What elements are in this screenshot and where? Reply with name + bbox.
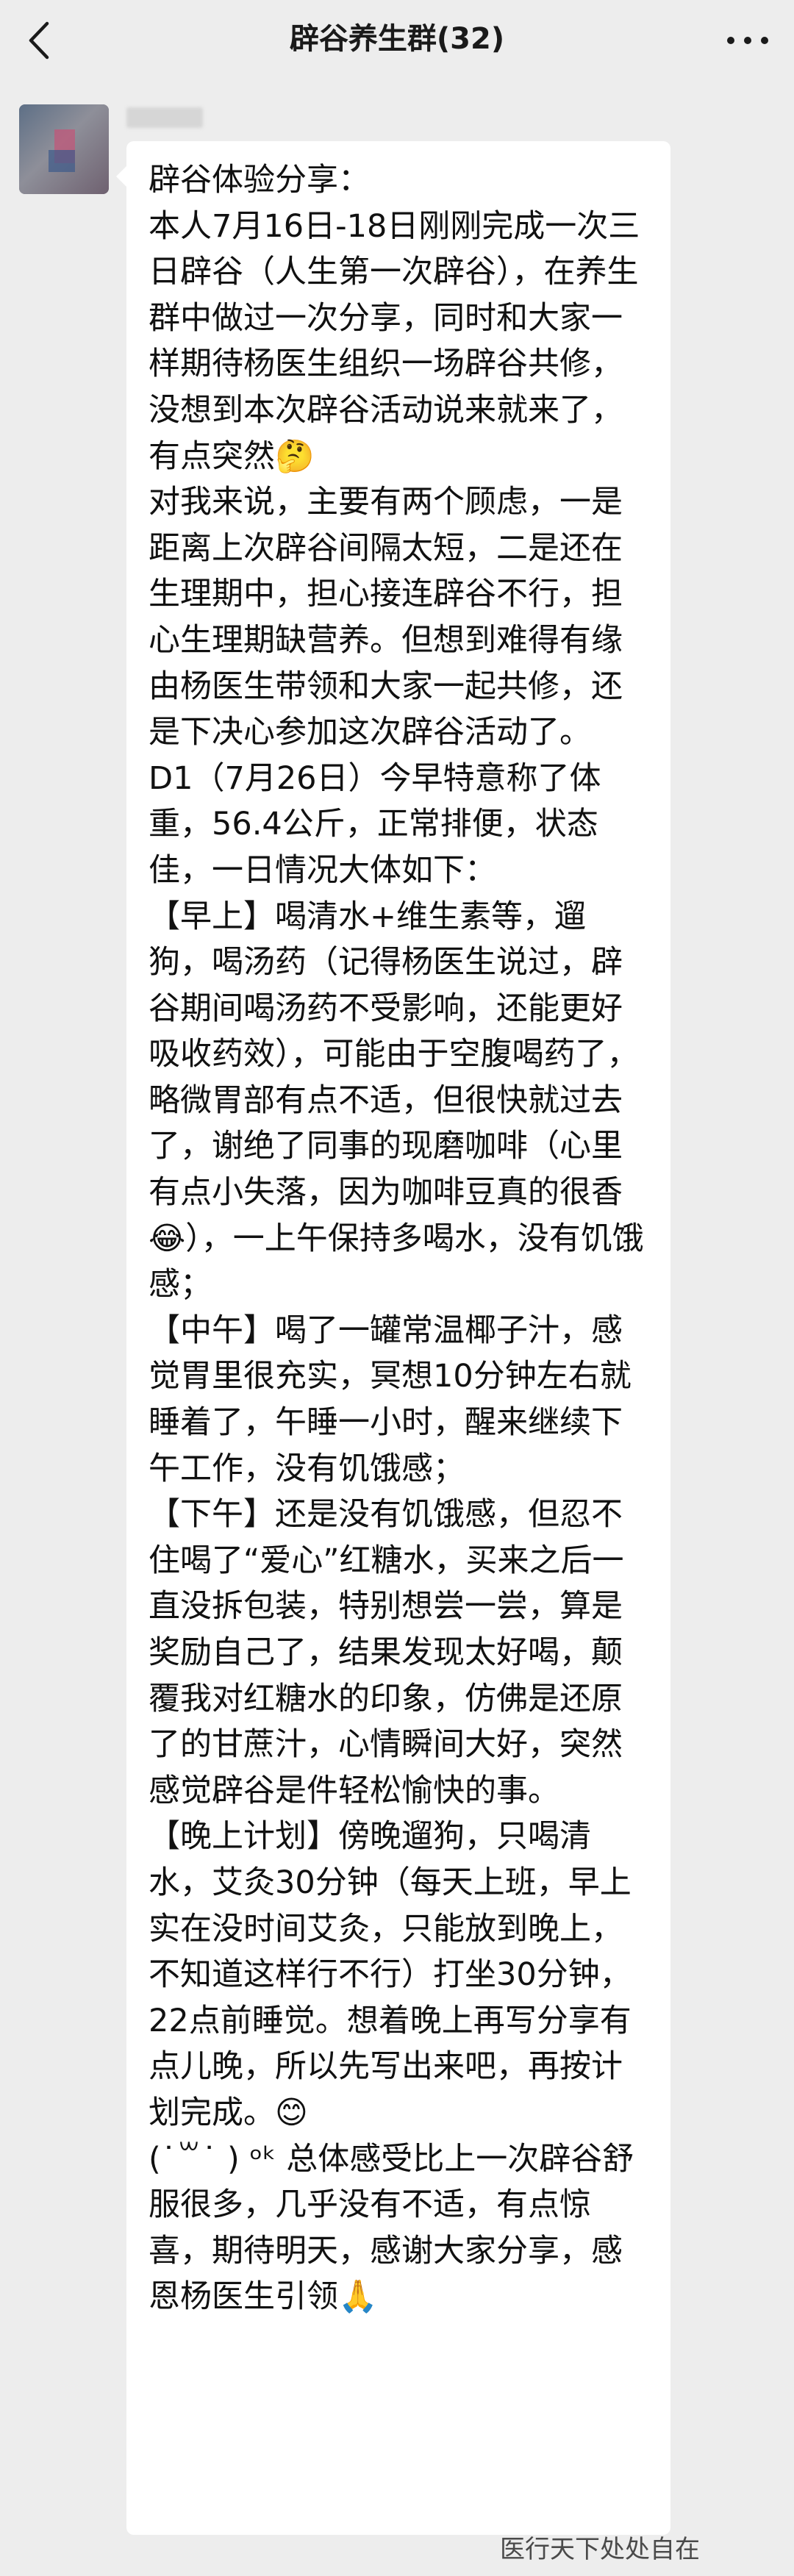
- back-chevron-icon: [29, 21, 49, 60]
- watermark: 医行天下处处自在: [500, 2535, 700, 2564]
- navigation-bar: 辟谷养生群(32): [0, 0, 794, 88]
- chat-title: 辟谷养生群(32): [289, 22, 505, 56]
- more-dots-icon: [727, 37, 768, 44]
- back-button[interactable]: [16, 16, 65, 65]
- message-text: 辟谷体验分享： 本人7月16日-18日刚刚完成一次三日辟谷（人生第一次辟谷），在…: [149, 162, 644, 2316]
- more-options-button[interactable]: [716, 16, 779, 65]
- message-bubble[interactable]: 辟谷体验分享： 本人7月16日-18日刚刚完成一次三日辟谷（人生第一次辟谷），在…: [116, 141, 670, 2535]
- sender-name-blurred: [126, 107, 203, 128]
- sender-avatar[interactable]: [19, 104, 109, 194]
